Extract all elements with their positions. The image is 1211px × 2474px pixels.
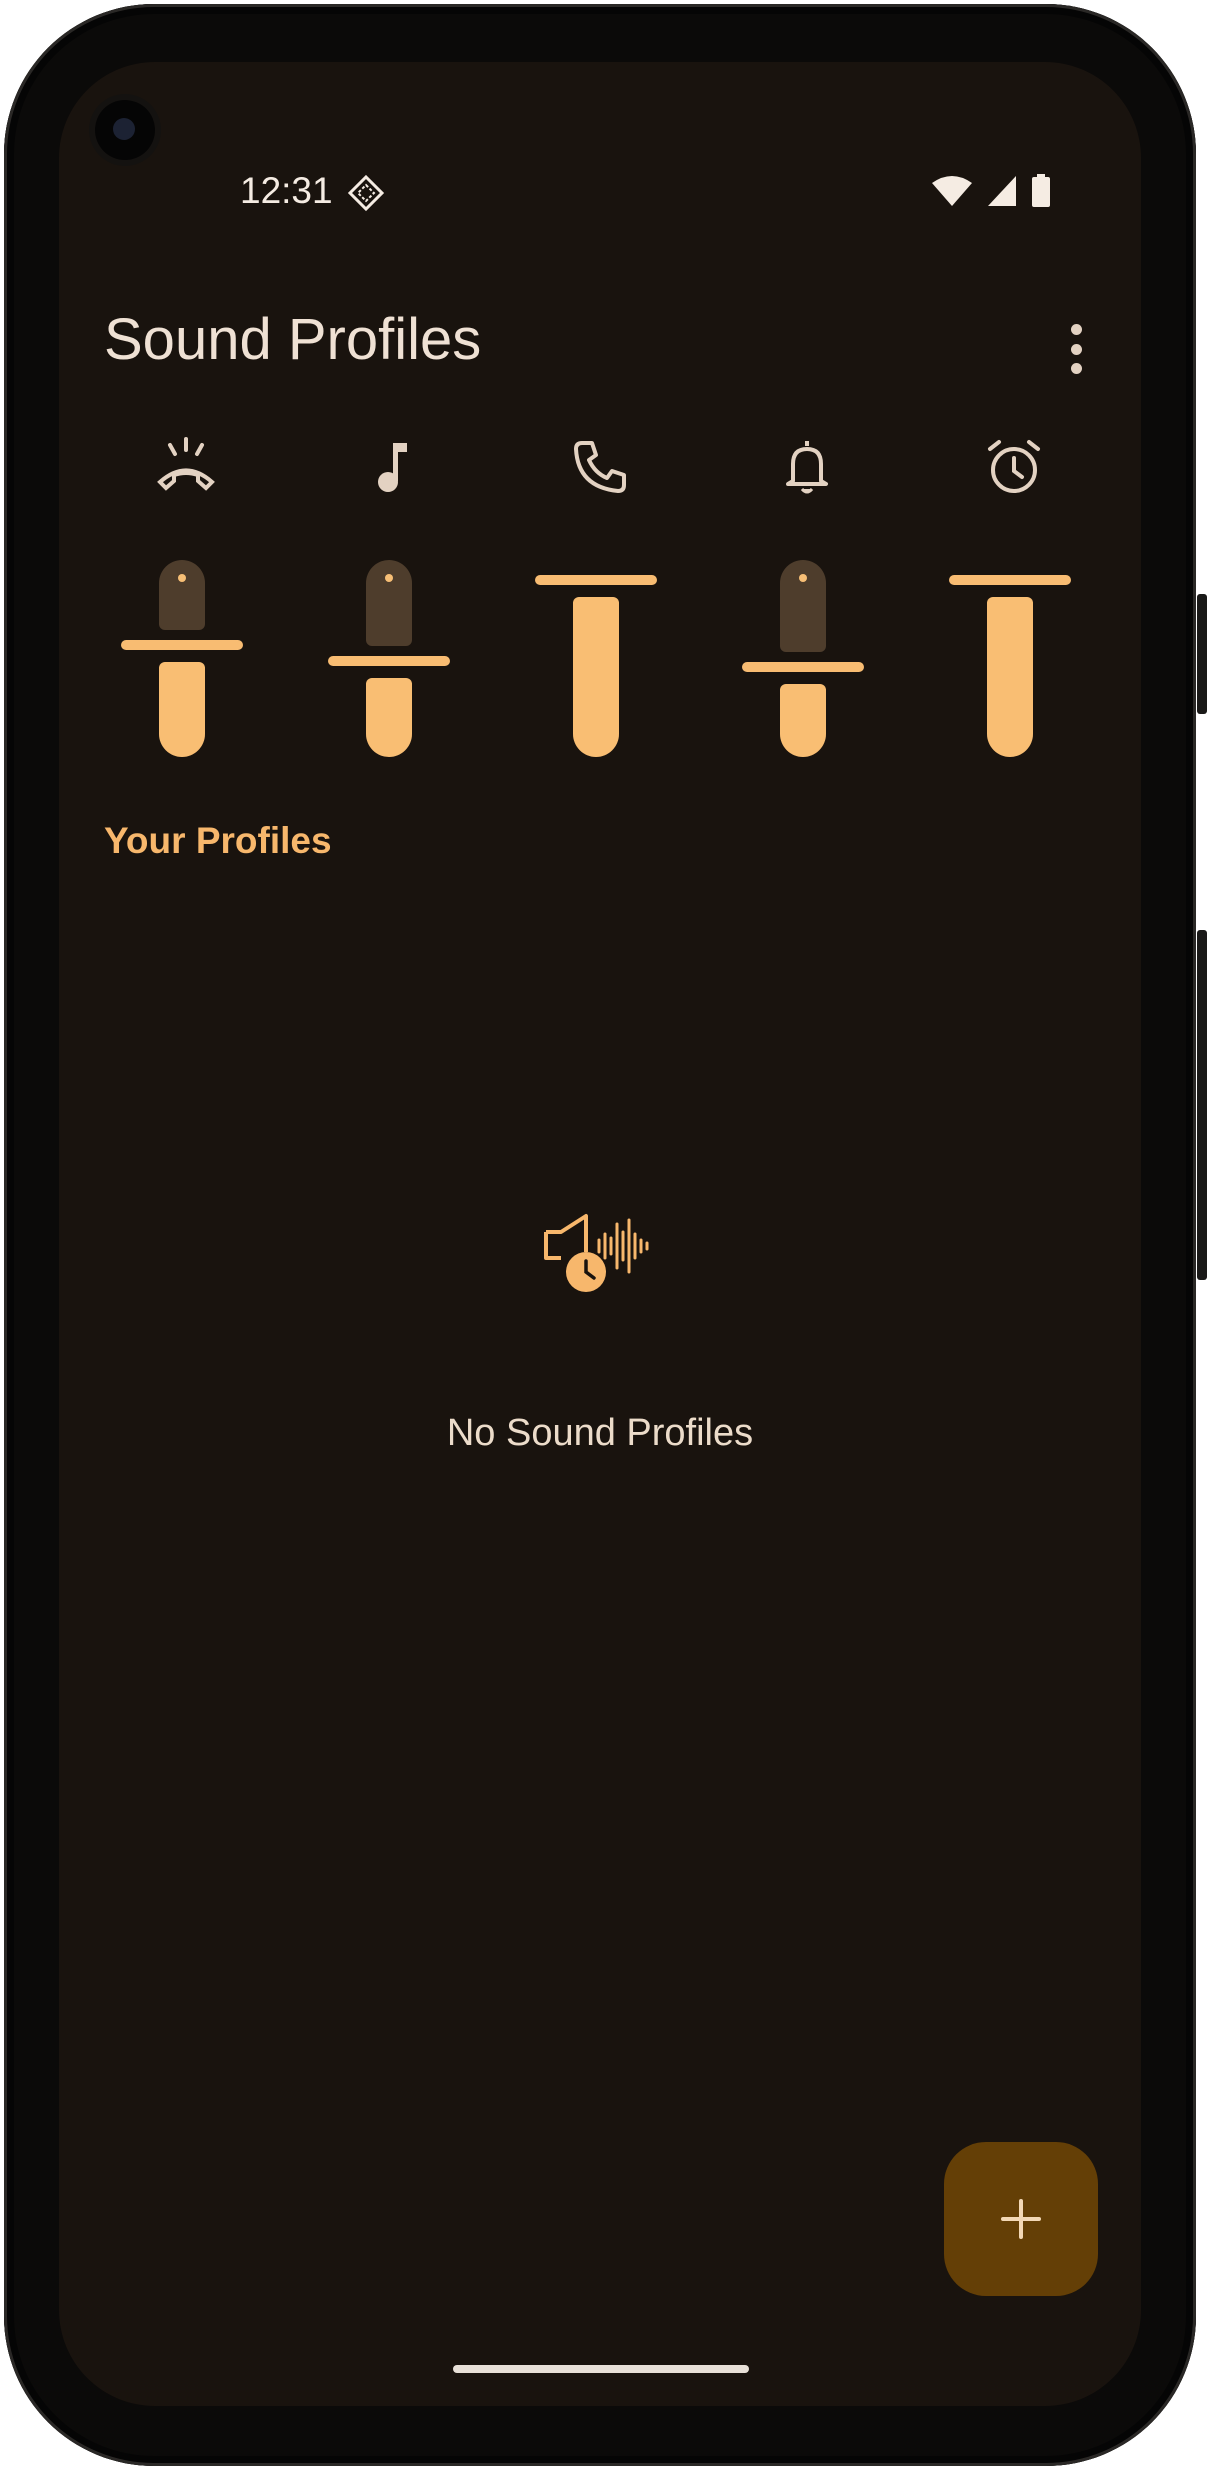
data-saver-diamond-icon [347,174,385,212]
more-vert-icon[interactable] [1068,324,1084,374]
speaker-schedule-icon [544,1214,649,1292]
empty-state-text: No Sound Profiles [446,1412,754,1454]
wifi-icon [932,176,972,206]
volume-slider-notification[interactable] [742,437,872,767]
volume-slider-media[interactable] [328,437,458,767]
volume-slider-call[interactable] [121,437,251,767]
plus-icon [1001,2199,1041,2239]
bell-icon [786,441,828,494]
music-note-icon [378,443,407,492]
gesture-nav-bar[interactable] [453,2365,749,2373]
volume-rocker [1197,930,1207,1280]
power-button [1197,594,1207,714]
app-screen: 12:31 Sound Profiles Your Profiles No So… [59,62,1141,2406]
front-camera [95,100,155,160]
page-title: Sound Profiles [104,307,482,372]
volume-slider-alarm[interactable] [949,437,1079,767]
battery-icon [1032,174,1050,207]
status-time: 12:31 [240,170,333,211]
cellular-signal-icon [988,176,1016,206]
section-heading: Your Profiles [104,820,332,861]
phone-icon [574,441,626,493]
add-profile-button[interactable] [944,2142,1098,2296]
phone-hangup-icon [157,437,215,491]
volume-slider-ring[interactable] [535,437,665,767]
status-icons [931,174,1051,208]
alarm-clock-icon [988,440,1040,493]
